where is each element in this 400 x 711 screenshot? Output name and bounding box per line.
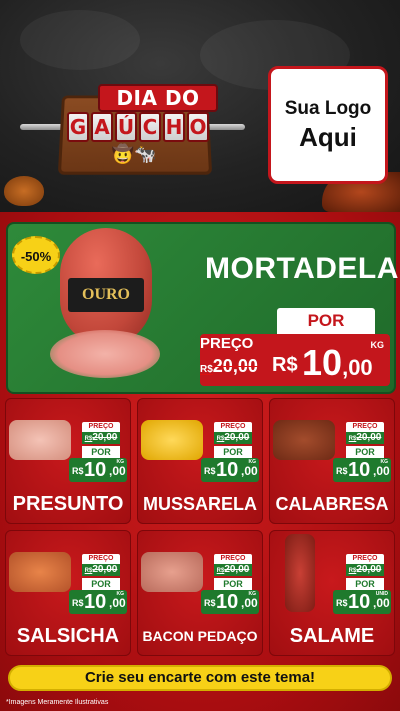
- title-letter: A: [91, 112, 113, 142]
- new-price: R$ 10,00 UNID: [333, 590, 391, 614]
- new-price-integer: 10: [348, 459, 371, 481]
- chimarrao-icon: [4, 176, 44, 206]
- preco-label: PREÇO: [214, 554, 252, 564]
- title-dia-do: DIA DO: [98, 84, 218, 112]
- por-label: POR: [82, 578, 120, 590]
- product-image: [273, 420, 335, 460]
- old-price-value: 20,00: [224, 564, 250, 575]
- old-price: R$20,00: [200, 356, 264, 378]
- new-price-currency: R$: [336, 598, 348, 608]
- new-price-integer: 10: [84, 459, 107, 481]
- smoke-decoration: [20, 10, 140, 70]
- preco-label: PREÇO: [82, 422, 120, 432]
- title-letter: O: [187, 112, 209, 142]
- product-name: SALSICHA: [16, 625, 120, 647]
- product-name: SALAME: [289, 625, 375, 647]
- por-label: POR: [346, 446, 384, 458]
- new-price-currency: R$: [272, 354, 298, 376]
- price-unit: KG: [116, 459, 125, 465]
- title-gaucho: G A Ú C H O: [48, 112, 228, 142]
- new-price-decimal: ,00: [109, 464, 126, 478]
- package-label: OURO: [68, 278, 144, 312]
- cta-button[interactable]: Crie seu encarte com este tema!: [8, 665, 392, 691]
- por-label: POR: [214, 578, 252, 590]
- new-price-integer: 10: [216, 459, 239, 481]
- preco-label: PREÇO: [214, 422, 252, 432]
- por-label: POR: [82, 446, 120, 458]
- new-price: R$ 10,00 KG: [272, 340, 390, 383]
- old-price-value: 20,00: [92, 564, 118, 575]
- mortadela-slices-image: [50, 330, 160, 378]
- product-name: MUSSARELA: [142, 494, 257, 514]
- new-price: R$ 10,00 KG: [69, 590, 127, 614]
- price-unit: KG: [380, 459, 389, 465]
- new-price-integer: 10: [216, 591, 239, 613]
- old-price: R$20,00: [346, 564, 384, 576]
- old-price-value: 20,00: [212, 356, 258, 376]
- new-price-currency: R$: [204, 466, 216, 476]
- old-price-value: 20,00: [356, 564, 382, 575]
- new-price-decimal: ,00: [241, 464, 258, 478]
- old-price-value: 20,00: [224, 432, 250, 443]
- por-label: POR: [346, 578, 384, 590]
- new-price: R$ 10,00 KG: [333, 458, 391, 482]
- price-unit: KG: [248, 459, 257, 465]
- title-letter: G: [67, 112, 89, 142]
- preco-label: PREÇO: [200, 335, 254, 352]
- title-letter: Ú: [115, 112, 137, 142]
- por-label: POR: [214, 446, 252, 458]
- preco-label: PREÇO: [346, 422, 384, 432]
- new-price-integer: 10: [348, 591, 371, 613]
- new-price-decimal: ,00: [241, 596, 258, 610]
- new-price-currency: R$: [336, 466, 348, 476]
- new-price-decimal: ,00: [109, 596, 126, 610]
- product-image: [141, 420, 203, 460]
- old-price: R$20,00: [82, 432, 120, 444]
- new-price-decimal: ,00: [373, 596, 390, 610]
- price-unit: KG: [370, 340, 385, 350]
- preco-label: PREÇO: [346, 554, 384, 564]
- title-letter: C: [139, 112, 161, 142]
- logo-text-line1: Sua Logo: [284, 97, 372, 119]
- new-price-currency: R$: [72, 598, 84, 608]
- product-image: [141, 552, 203, 592]
- new-price: R$ 10,00 KG: [201, 458, 259, 482]
- old-price-value: 20,00: [92, 432, 118, 443]
- featured-product-name: MORTADELA: [205, 252, 399, 285]
- old-price: R$20,00: [214, 432, 252, 444]
- old-price: R$20,00: [82, 564, 120, 576]
- product-name: CALABRESA: [275, 494, 389, 514]
- new-price-decimal: ,00: [342, 355, 373, 380]
- new-price-integer: 10: [84, 591, 107, 613]
- new-price-currency: R$: [204, 598, 216, 608]
- preco-label: PREÇO: [82, 554, 120, 564]
- price-unit: KG: [116, 591, 125, 597]
- product-image: [9, 552, 71, 592]
- disclaimer-text: *Imagens Meramente Ilustrativas: [6, 699, 109, 706]
- new-price: R$ 10,00 KG: [69, 458, 127, 482]
- product-image: [9, 420, 71, 460]
- por-label: POR: [277, 308, 375, 334]
- old-price: R$20,00: [346, 432, 384, 444]
- product-name: BACON PEDAÇO: [142, 628, 258, 644]
- logo-text-line2: Aqui: [299, 121, 357, 152]
- logo-placeholder[interactable]: Sua Logo Aqui: [268, 66, 388, 184]
- old-price: R$20,00: [214, 564, 252, 576]
- old-price-value: 20,00: [356, 432, 382, 443]
- price-unit: UNID: [375, 591, 388, 597]
- discount-badge: -50%: [12, 236, 60, 274]
- cowboy-hat-icon: 🤠🐄: [111, 144, 157, 165]
- dia-do-gaucho-logo: DIA DO G A Ú C H O 🤠🐄: [20, 84, 245, 176]
- title-letter: H: [163, 112, 185, 142]
- product-name: PRESUNTO: [12, 493, 124, 515]
- new-price-integer: 10: [302, 342, 343, 383]
- price-unit: KG: [248, 591, 257, 597]
- old-price-currency: R$: [200, 364, 213, 375]
- new-price-decimal: ,00: [373, 464, 390, 478]
- new-price: R$ 10,00 KG: [201, 590, 259, 614]
- new-price-currency: R$: [72, 466, 84, 476]
- product-image: [285, 534, 315, 612]
